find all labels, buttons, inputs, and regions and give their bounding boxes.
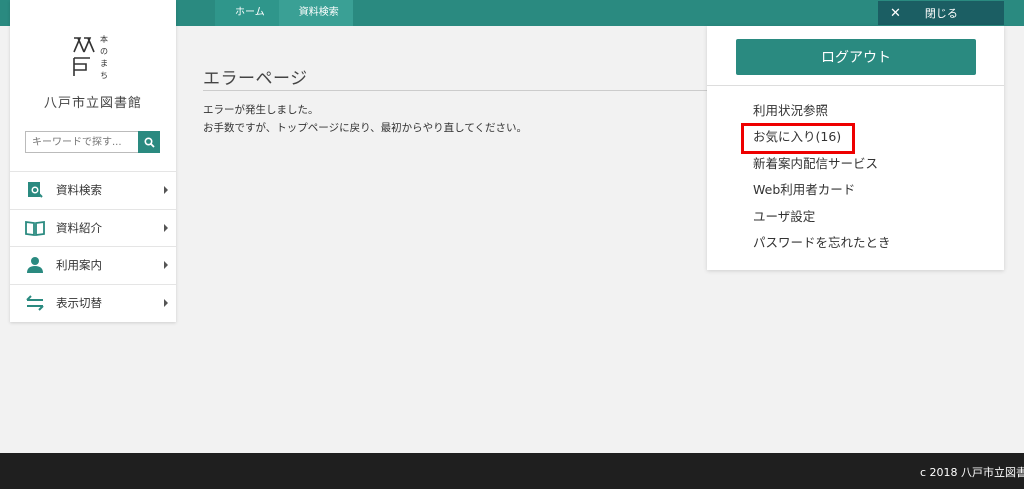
sidebar-item-search[interactable]: 資料検索	[10, 171, 176, 209]
person-icon	[24, 256, 46, 274]
close-button-label: 閉じる	[924, 7, 958, 20]
search-input[interactable]	[25, 131, 138, 153]
chevron-right-icon	[164, 298, 168, 307]
favorites-highlight-box	[741, 123, 855, 154]
sidebar-item-label: 資料検索	[56, 183, 102, 198]
sidebar-item-label: 表示切替	[56, 295, 102, 310]
chevron-right-icon	[164, 223, 168, 232]
svg-text:ま: ま	[100, 59, 108, 68]
title-divider	[203, 90, 708, 91]
close-icon: ✕	[890, 5, 901, 21]
chevron-right-icon	[164, 186, 168, 195]
menu-item-forgot-password[interactable]: パスワードを忘れたとき	[753, 230, 891, 256]
footer: c 2018 八戸市立図書	[0, 453, 1024, 489]
menu-item-user-settings[interactable]: ユーザ設定	[753, 204, 891, 230]
sidebar-item-guide[interactable]: 利用案内	[10, 246, 176, 284]
search-box	[25, 131, 160, 153]
menu-item-web-user-card[interactable]: Web利用者カード	[753, 177, 891, 203]
library-logo[interactable]: 本 の ま ち	[70, 32, 116, 84]
page-title: エラーページ	[203, 69, 308, 89]
svg-text:本: 本	[100, 34, 108, 44]
library-name: 八戸市立図書館	[43, 96, 142, 111]
copyright-text: c 2018 八戸市立図書	[920, 466, 1024, 479]
sidebar-item-display-toggle[interactable]: 表示切替	[10, 283, 176, 322]
sidebar-item-label: 利用案内	[56, 258, 102, 273]
error-instruction: お手数ですが、トップページに戻り、最初からやり直してください。	[203, 122, 528, 134]
logout-button[interactable]: ログアウト	[736, 39, 976, 75]
menu-item-new-arrivals-service[interactable]: 新着案内配信サービス	[753, 151, 891, 177]
chevron-right-icon	[164, 261, 168, 270]
switch-arrows-icon	[24, 294, 46, 312]
breadcrumb: ホーム 資料検索	[215, 0, 353, 26]
breadcrumb-home[interactable]: ホーム	[215, 0, 279, 26]
breadcrumb-current[interactable]: 資料検索	[278, 0, 353, 26]
svg-text:の: の	[100, 47, 108, 56]
sidebar-nav: 資料検索 資料紹介 利用案内 表示切替	[10, 171, 176, 321]
sidebar-item-label: 資料紹介	[56, 220, 102, 235]
error-message: エラーが発生しました。	[203, 104, 319, 116]
menu-item-usage-status[interactable]: 利用状況参照	[753, 98, 891, 124]
sidebar-item-introduction[interactable]: 資料紹介	[10, 208, 176, 247]
search-icon	[143, 136, 155, 148]
search-button[interactable]	[138, 131, 160, 153]
sidebar: 本 の ま ち 八戸市立図書館 資料検索	[10, 0, 176, 322]
account-menu-list: 利用状況参照 お気に入り(16) 新着案内配信サービス Web利用者カード ユー…	[753, 98, 891, 256]
open-book-icon	[24, 219, 46, 237]
search-document-icon	[24, 181, 46, 199]
svg-text:ち: ち	[100, 71, 108, 80]
panel-divider	[707, 85, 1004, 86]
close-button[interactable]: ✕ 閉じる	[878, 1, 1004, 25]
